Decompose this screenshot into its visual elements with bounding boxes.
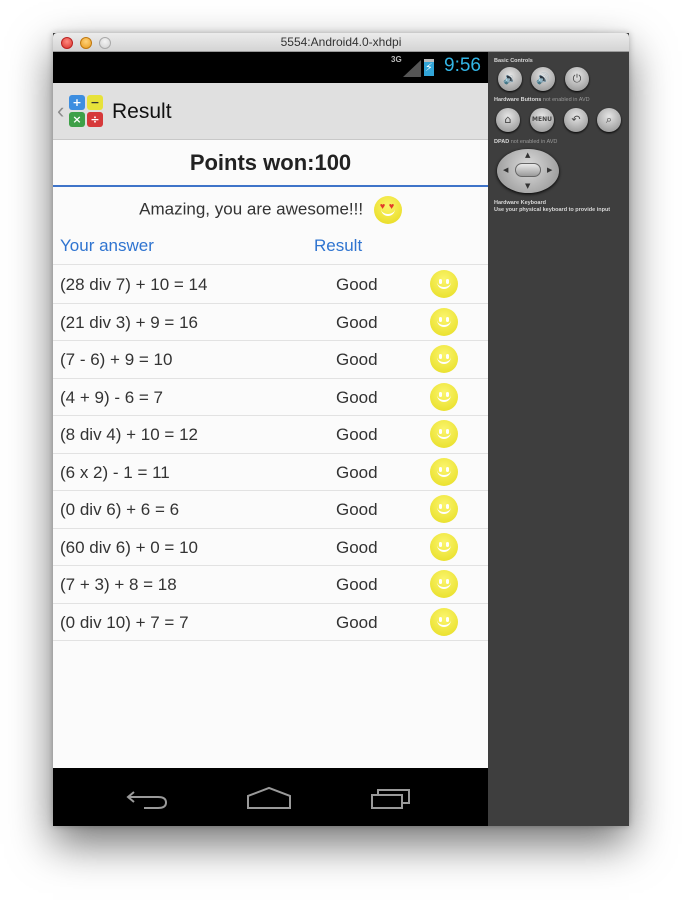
dpad-left-icon[interactable]: ◀ — [503, 166, 508, 174]
page-title: Result — [112, 100, 172, 123]
hardware-buttons-title: Hardware Buttons — [494, 97, 542, 103]
power-button[interactable]: ⏻ — [565, 67, 589, 91]
answer-result: Good — [336, 575, 378, 594]
heart-eyes-emoji-icon: ♥ ♥ — [373, 195, 402, 224]
result-message: Amazing, you are awesome!!! ♥ ♥ — [53, 192, 488, 226]
table-row: (6 x 2) - 1 = 11 Good — [53, 454, 488, 491]
hw-search-button[interactable]: ⌕ — [597, 108, 621, 132]
hardware-buttons-note: not enabled in AVD — [542, 97, 590, 103]
app-icon[interactable]: + − × ÷ — [69, 95, 105, 129]
answer-expression: (60 div 6) + 0 = 10 — [60, 537, 198, 557]
recent-apps-icon — [371, 789, 410, 809]
hw-menu-button[interactable]: MENU — [530, 108, 554, 132]
basic-controls-label: Basic Controls — [494, 58, 533, 64]
smiley-icon — [430, 345, 458, 373]
action-bar: ‹ + − × ÷ Result — [53, 83, 488, 140]
answer-result: Good — [336, 537, 378, 557]
answer-result: Good — [336, 462, 378, 482]
multiply-icon: × — [69, 112, 85, 127]
dpad-up-icon[interactable]: ▲ — [525, 151, 530, 159]
smiley-icon — [430, 420, 458, 448]
window-titlebar: 5554:Android4.0-xhdpi — [53, 33, 629, 52]
answer-expression: (8 div 4) + 10 = 12 — [60, 425, 198, 444]
dpad-right-icon[interactable]: ▶ — [547, 166, 552, 174]
result-content: Points won:100 Amazing, you are awesome!… — [53, 140, 488, 768]
column-header-your-answer: Your answer — [60, 236, 154, 255]
smiley-icon — [430, 382, 458, 411]
answer-expression: (0 div 10) + 7 = 7 — [60, 612, 189, 632]
divide-icon: ÷ — [87, 112, 103, 127]
answer-expression: (7 - 6) + 9 = 10 — [60, 350, 173, 369]
window-title: 5554:Android4.0-xhdpi — [280, 35, 402, 49]
table-row: (7 - 6) + 9 = 10 Good — [53, 341, 488, 379]
table-row: (60 div 6) + 0 = 10 Good — [53, 529, 488, 566]
device-screen: 3G ⚡ 9:56 ‹ + − × ÷ Result Points won:10… — [53, 52, 488, 826]
answer-result: Good — [336, 275, 378, 294]
hardware-keyboard-note: Use your physical keyboard to provide in… — [494, 207, 611, 213]
column-header-result: Result — [314, 236, 363, 255]
answer-result: Good — [336, 500, 378, 519]
smiley-icon — [430, 532, 458, 561]
table-row: (4 + 9) - 6 = 7 Good — [53, 379, 488, 416]
answer-expression: (4 + 9) - 6 = 7 — [60, 387, 163, 407]
emulator-window: 5554:Android4.0-xhdpi 3G ⚡ 9:56 ‹ + − × … — [53, 33, 629, 826]
up-navigation-icon[interactable]: ‹ — [57, 98, 64, 124]
smiley-icon — [430, 457, 458, 486]
table-row: (7 + 3) + 8 = 18 Good — [53, 566, 488, 604]
answer-expression: (28 div 7) + 10 = 14 — [60, 275, 208, 294]
answer-expression: (21 div 3) + 9 = 16 — [60, 312, 198, 332]
signal-strength-icon — [403, 60, 421, 77]
table-row: (0 div 10) + 7 = 7 Good — [53, 604, 488, 641]
battery-charging-icon: ⚡ — [424, 59, 434, 76]
answer-expression: (6 x 2) - 1 = 11 — [60, 462, 170, 482]
network-type: 3G — [391, 55, 402, 64]
smiley-icon — [430, 270, 458, 298]
answer-result: Good — [336, 425, 378, 444]
answer-expression: (0 div 6) + 6 = 6 — [60, 500, 180, 519]
answer-result: Good — [336, 350, 378, 369]
smiley-icon — [430, 495, 458, 523]
dpad-control[interactable]: ▲ ▼ ◀ ▶ — [497, 149, 559, 193]
emulator-controls-panel: Basic Controls 🔉 🔊 ⏻ Hardware Buttons no… — [488, 52, 629, 826]
smiley-icon — [430, 307, 458, 336]
nav-recent-apps-button[interactable] — [367, 784, 417, 812]
volume-up-button[interactable]: 🔊 — [531, 67, 555, 91]
system-nav-bar — [53, 768, 488, 826]
back-arrow-icon — [126, 791, 168, 809]
result-message-text: Amazing, you are awesome!!! — [139, 199, 364, 219]
status-bar: 3G ⚡ 9:56 — [53, 52, 488, 83]
dpad-label: DPAD not enabled in AVD — [494, 139, 557, 145]
dpad-center-button[interactable] — [515, 163, 541, 177]
answer-result: Good — [336, 612, 378, 632]
table-row: (21 div 3) + 9 = 16 Good — [53, 304, 488, 341]
table-row: (0 div 6) + 6 = 6 Good — [53, 491, 488, 529]
plus-icon: + — [69, 95, 85, 110]
nav-home-button[interactable] — [245, 784, 295, 812]
home-icon — [247, 786, 291, 809]
table-row: (28 div 7) + 10 = 14 Good — [53, 266, 488, 304]
dpad-note: not enabled in AVD — [510, 139, 558, 145]
hardware-buttons-label: Hardware Buttons not enabled in AVD — [494, 97, 590, 103]
dpad-title: DPAD — [494, 139, 510, 145]
header-divider — [53, 185, 488, 187]
table-header: Your answer Result — [53, 228, 488, 265]
nav-back-button[interactable] — [126, 784, 176, 812]
status-clock: 9:56 — [444, 55, 481, 76]
answer-result: Good — [336, 312, 378, 332]
hardware-keyboard-label: Hardware Keyboard — [494, 200, 546, 206]
answer-result: Good — [336, 387, 378, 407]
hw-home-button[interactable]: ⌂ — [496, 108, 520, 132]
smiley-icon — [430, 570, 458, 598]
points-won: Points won:100 — [189, 150, 352, 175]
volume-down-button[interactable]: 🔉 — [498, 67, 522, 91]
dpad-down-icon[interactable]: ▼ — [525, 182, 530, 190]
answer-expression: (7 + 3) + 8 = 18 — [60, 575, 177, 594]
minus-icon: − — [87, 95, 103, 110]
table-row: (8 div 4) + 10 = 12 Good — [53, 416, 488, 454]
hw-back-button[interactable]: ↶ — [564, 108, 588, 132]
answers-list: (28 div 7) + 10 = 14 Good (21 div 3) + 9… — [53, 266, 488, 641]
smiley-icon — [430, 607, 458, 636]
